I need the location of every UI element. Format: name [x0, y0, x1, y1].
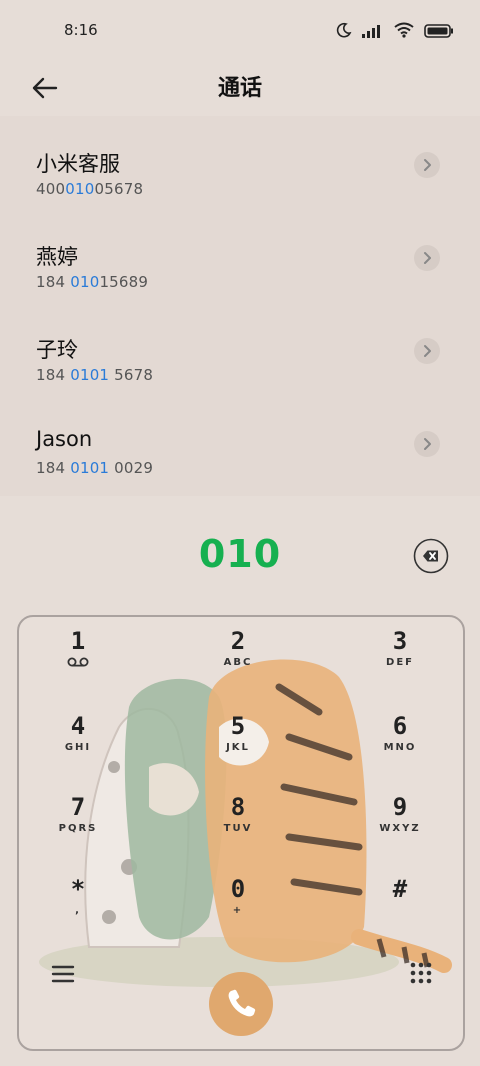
- number-suffix: 05678: [94, 180, 144, 198]
- contact-name: 小米客服: [36, 152, 120, 176]
- dial-key-0[interactable]: 0 +: [193, 875, 283, 945]
- key-letters: ABC: [223, 657, 253, 668]
- contact-number: 184 0101 0029: [36, 459, 153, 477]
- backspace-icon: [413, 538, 449, 574]
- chevron-right-icon: [424, 438, 431, 450]
- key-digit: 0: [230, 875, 246, 903]
- page-title: 通话: [217, 76, 262, 101]
- key-letters: PQRS: [58, 823, 98, 834]
- number-match: 010: [65, 180, 95, 198]
- phone-icon: [228, 989, 256, 1017]
- dial-keypad: 1 2 ABC 3 DEF 4 GHI 5 JKL 6 MNO 7 PQRS 8…: [17, 615, 465, 1051]
- key-digit: 9: [392, 793, 408, 821]
- key-digit: #: [392, 875, 408, 903]
- contact-number: 40001005678: [36, 180, 143, 198]
- top-bar: 通话: [0, 60, 480, 116]
- contact-result[interactable]: Jason 184 0101 0029: [0, 395, 480, 488]
- number-suffix: 15689: [99, 273, 149, 291]
- key-digit: *: [70, 875, 86, 903]
- number-match: 0101: [70, 459, 110, 477]
- dial-key-star[interactable]: * ,: [33, 875, 123, 945]
- battery-icon: [424, 23, 454, 42]
- key-digit: 5: [230, 712, 246, 740]
- chevron-right-icon: [424, 159, 431, 171]
- key-letters: MNO: [383, 742, 417, 753]
- dialpad-icon: [410, 962, 432, 984]
- contact-number: 184 0101 5678: [36, 366, 153, 384]
- contact-result[interactable]: 燕婷 184 01015689: [0, 209, 480, 302]
- key-digit: 2: [230, 627, 246, 655]
- key-letters: GHI: [64, 742, 92, 753]
- signal-icon: [362, 23, 384, 42]
- call-button[interactable]: [209, 972, 273, 1036]
- key-digit: 3: [392, 627, 408, 655]
- contact-name: 子玲: [36, 338, 78, 362]
- backspace-button[interactable]: [413, 538, 449, 574]
- wifi-icon: [394, 22, 414, 42]
- contact-name: Jason: [36, 427, 93, 451]
- key-digit: 7: [70, 793, 86, 821]
- dial-key-3[interactable]: 3 DEF: [355, 627, 445, 697]
- status-bar: 8:16: [0, 0, 480, 60]
- number-prefix: 400: [36, 180, 66, 198]
- number-match: 010: [70, 273, 100, 291]
- dialed-number-area: 010: [0, 520, 480, 592]
- key-letters: ,: [75, 905, 81, 916]
- dial-key-6[interactable]: 6 MNO: [355, 712, 445, 782]
- number-suffix: 0029: [109, 459, 154, 477]
- voicemail-icon: [33, 657, 123, 670]
- moon-icon: [336, 22, 352, 42]
- key-letters: +: [232, 905, 244, 916]
- contact-number: 184 01015689: [36, 273, 148, 291]
- contact-detail-button[interactable]: [414, 245, 440, 271]
- contact-detail-button[interactable]: [414, 338, 440, 364]
- contact-results-list: 小米客服 40001005678 燕婷 184 01015689 子玲 184 …: [0, 116, 480, 496]
- number-suffix: 5678: [109, 366, 154, 384]
- dial-key-9[interactable]: 9 WXYZ: [355, 793, 445, 863]
- dial-key-5[interactable]: 5 JKL: [193, 712, 283, 782]
- contact-result[interactable]: 小米客服 40001005678: [0, 116, 480, 209]
- menu-button[interactable]: [51, 963, 75, 985]
- number-match: 0101: [70, 366, 110, 384]
- number-prefix: 184: [36, 366, 71, 384]
- contact-detail-button[interactable]: [414, 152, 440, 178]
- contact-detail-button[interactable]: [414, 431, 440, 457]
- key-digit: 8: [230, 793, 246, 821]
- key-letters: DEF: [386, 657, 414, 668]
- key-letters: JKL: [226, 742, 250, 753]
- key-letters: WXYZ: [379, 823, 421, 834]
- chevron-right-icon: [424, 345, 431, 357]
- number-prefix: 184: [36, 273, 71, 291]
- dialpad-toggle-button[interactable]: [409, 961, 433, 985]
- status-icons: [336, 22, 454, 42]
- key-letters: TUV: [223, 823, 253, 834]
- chevron-right-icon: [424, 252, 431, 264]
- dial-key-7[interactable]: 7 PQRS: [33, 793, 123, 863]
- dial-key-hash[interactable]: #: [355, 875, 445, 945]
- dial-key-8[interactable]: 8 TUV: [193, 793, 283, 863]
- dial-key-4[interactable]: 4 GHI: [33, 712, 123, 782]
- menu-icon: [51, 965, 75, 983]
- number-prefix: 184: [36, 459, 71, 477]
- key-digit: 6: [392, 712, 408, 740]
- dialed-number[interactable]: 010: [0, 532, 480, 576]
- contact-name: 燕婷: [36, 245, 78, 269]
- dial-key-2[interactable]: 2 ABC: [193, 627, 283, 697]
- status-time: 8:16: [64, 21, 98, 39]
- dial-key-1[interactable]: 1: [33, 627, 123, 697]
- key-digit: 4: [70, 712, 86, 740]
- contact-result[interactable]: 子玲 184 0101 5678: [0, 302, 480, 395]
- key-digit: 1: [70, 627, 86, 655]
